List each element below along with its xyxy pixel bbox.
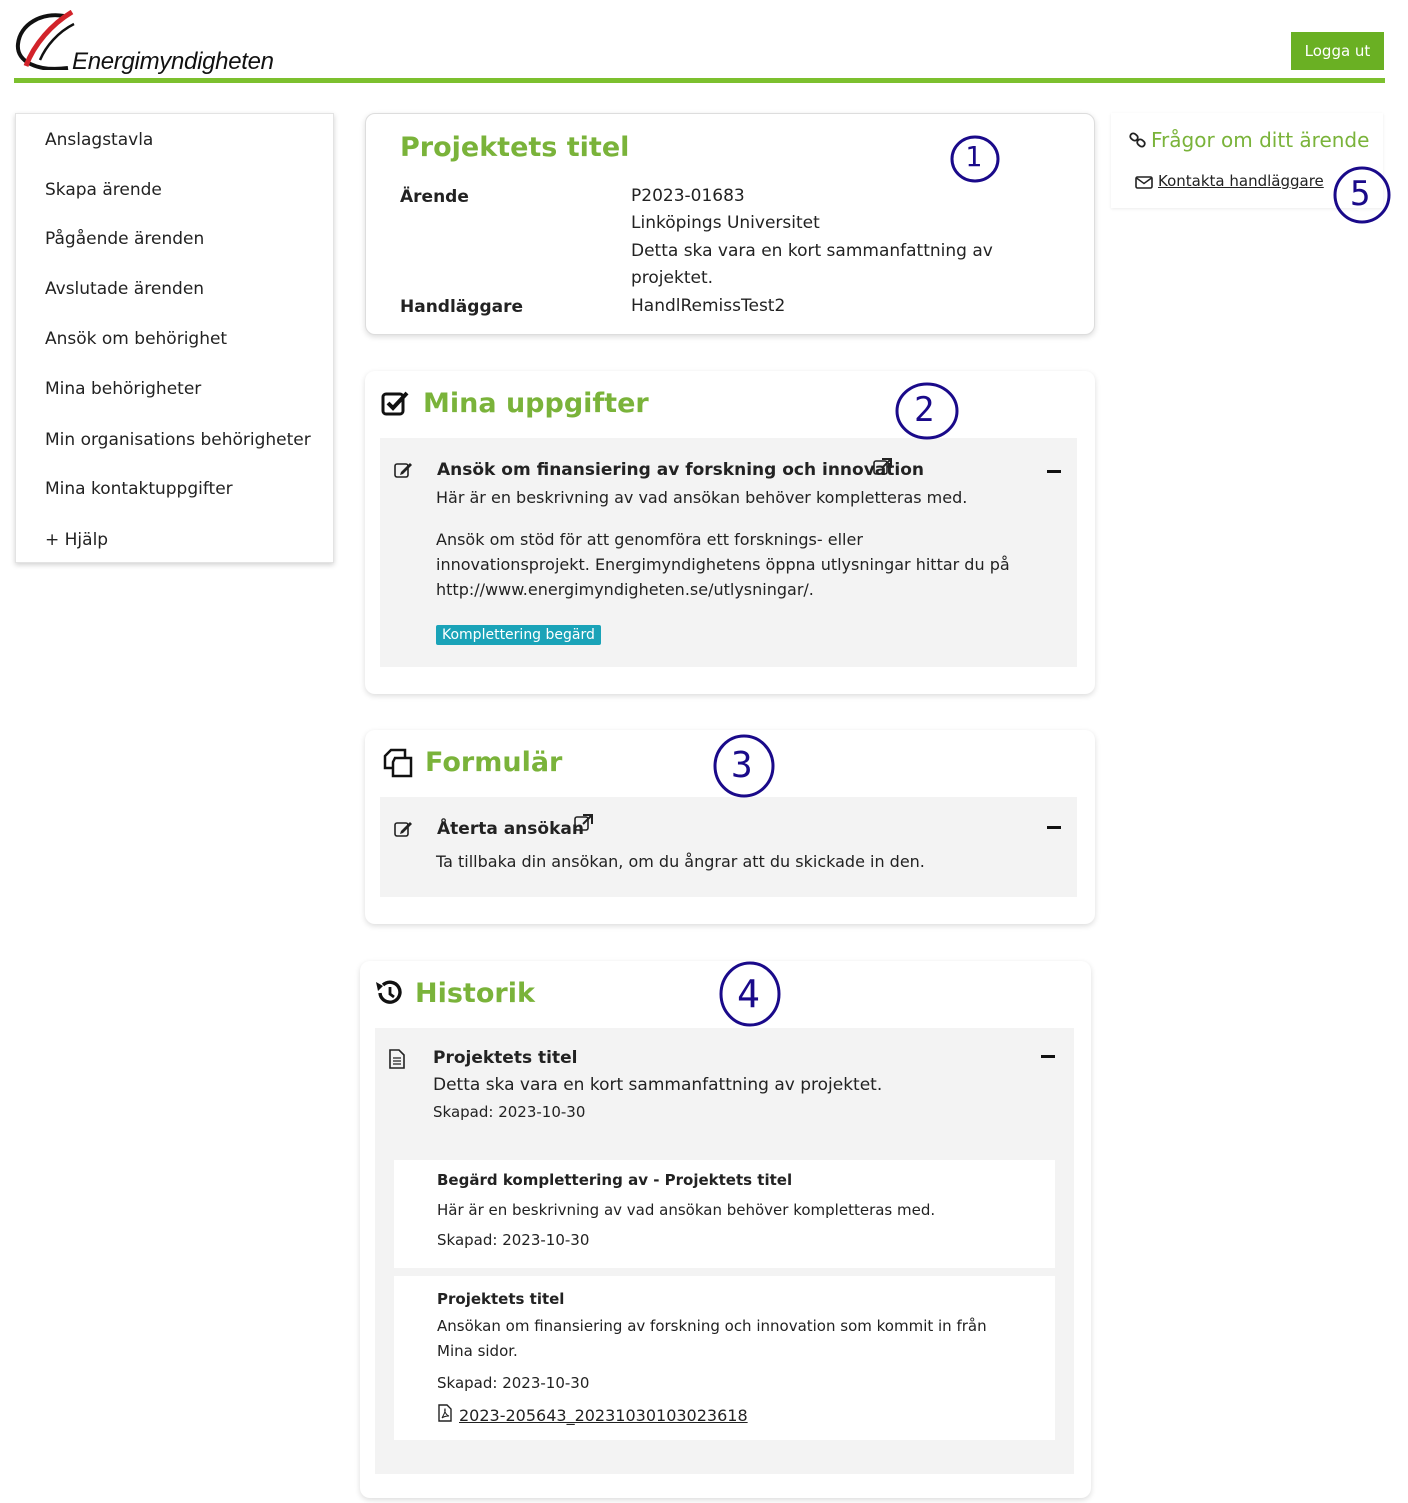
history-entry: Begärd komplettering av - Projektets tit… — [394, 1160, 1055, 1268]
checkbox-checked-icon — [381, 391, 409, 416]
history-icon — [376, 980, 402, 1004]
header-divider — [14, 78, 1385, 83]
history-main-created: Skapad: 2023-10-30 — [433, 1103, 586, 1121]
nav-item-skapa-arende[interactable]: Skapa ärende — [45, 180, 162, 200]
annotation-marker-5: 5 — [1331, 164, 1393, 230]
nav-item-ansok-om-behorighet[interactable]: Ansök om behörighet — [45, 329, 227, 349]
history-entry-title: Projektets titel — [437, 1290, 565, 1308]
annotation-marker-2: 2 — [893, 381, 961, 445]
collapse-task-button[interactable] — [1047, 470, 1061, 473]
handlaggare-label: Handläggare — [400, 297, 523, 317]
document-icon — [389, 1049, 405, 1069]
edit-icon — [394, 463, 412, 478]
history-entry-created: Skapad: 2023-10-30 — [437, 1374, 590, 1392]
contact-handler-link[interactable]: Kontakta handläggare — [1158, 172, 1324, 190]
pdf-file-icon — [438, 1404, 452, 1422]
task-description: Här är en beskrivning av vad ansökan beh… — [436, 488, 968, 507]
tasks-card: Mina uppgifter Ansök om finansiering av … — [365, 371, 1095, 694]
nav-item-anslagstavla[interactable]: Anslagstavla — [45, 130, 153, 150]
form-item: Återta ansökan Ta tillbaka din ansökan, … — [380, 797, 1077, 897]
history-item: Projektets titel Detta ska vara en kort … — [375, 1028, 1074, 1474]
side-navigation: Anslagstavla Skapa ärende Pågående ärend… — [15, 113, 334, 563]
arende-number: P2023-01683 — [631, 186, 745, 206]
nav-item-mina-behorigheter[interactable]: Mina behörigheter — [45, 379, 201, 399]
history-entry-title: Begärd komplettering av - Projektets tit… — [437, 1171, 793, 1189]
nav-item-min-organisations-behorigheter[interactable]: Min organisations behörigheter — [45, 430, 311, 450]
handlaggare-name: HandlRemissTest2 — [631, 296, 786, 316]
history-title: Historik — [415, 978, 535, 1009]
annotation-marker-1: 1 — [948, 133, 1002, 189]
form-title-link[interactable]: Återta ansökan — [437, 819, 584, 839]
logo-text: Energimyndigheten — [72, 48, 274, 75]
collapse-history-button[interactable] — [1041, 1055, 1055, 1058]
history-entry-created: Skapad: 2023-10-30 — [437, 1231, 590, 1249]
history-file-link[interactable]: 2023-205643_20231030103023618 — [459, 1406, 748, 1425]
history-entry-description: Ansökan om finansiering av forskning och… — [437, 1317, 987, 1360]
logout-button[interactable]: Logga ut — [1291, 32, 1384, 70]
annotation-marker-3: 3 — [711, 733, 777, 803]
status-badge: Komplettering begärd — [436, 625, 601, 645]
tasks-title: Mina uppgifter — [423, 388, 649, 419]
project-summary: Detta ska vara en kort sammanfattning av… — [631, 241, 993, 288]
nav-item-mina-kontaktuppgifter[interactable]: Mina kontaktuppgifter — [45, 479, 233, 499]
history-main-title: Projektets titel — [433, 1048, 578, 1068]
project-title: Projektets titel — [400, 132, 630, 163]
external-link-icon[interactable] — [574, 813, 594, 831]
arende-label: Ärende — [400, 187, 469, 207]
nav-item-avslutade-arenden[interactable]: Avslutade ärenden — [45, 279, 204, 299]
nav-item-hjalp[interactable]: + Hjälp — [45, 530, 108, 550]
collapse-form-button[interactable] — [1047, 826, 1061, 829]
copy-documents-icon — [383, 748, 413, 778]
task-item: Ansök om finansiering av forskning och i… — [380, 438, 1077, 667]
history-card: Historik Projektets titel Detta ska vara… — [360, 961, 1091, 1498]
questions-title: Frågor om ditt ärende — [1151, 128, 1370, 152]
edit-icon — [394, 822, 412, 837]
forms-title: Formulär — [425, 747, 563, 778]
task-details: Ansök om stöd för att genomföra ett fors… — [436, 530, 1010, 599]
external-link-icon[interactable] — [873, 457, 893, 475]
link-icon — [1129, 132, 1146, 148]
history-main-summary: Detta ska vara en kort sammanfattning av… — [433, 1075, 883, 1095]
nav-item-pagaende-arenden[interactable]: Pågående ärenden — [45, 229, 204, 249]
annotation-marker-4: 4 — [717, 960, 783, 1032]
task-title-link[interactable]: Ansök om finansiering av forskning och i… — [437, 460, 924, 480]
history-entry: Projektets titel Ansökan om finansiering… — [394, 1276, 1055, 1440]
form-description: Ta tillbaka din ansökan, om du ångrar at… — [436, 852, 925, 871]
envelope-icon — [1135, 176, 1153, 189]
history-entry-description: Här är en beskrivning av vad ansökan beh… — [437, 1201, 936, 1219]
organization-name: Linköpings Universitet — [631, 213, 820, 233]
brand-logo[interactable]: Energimyndigheten — [12, 10, 312, 75]
